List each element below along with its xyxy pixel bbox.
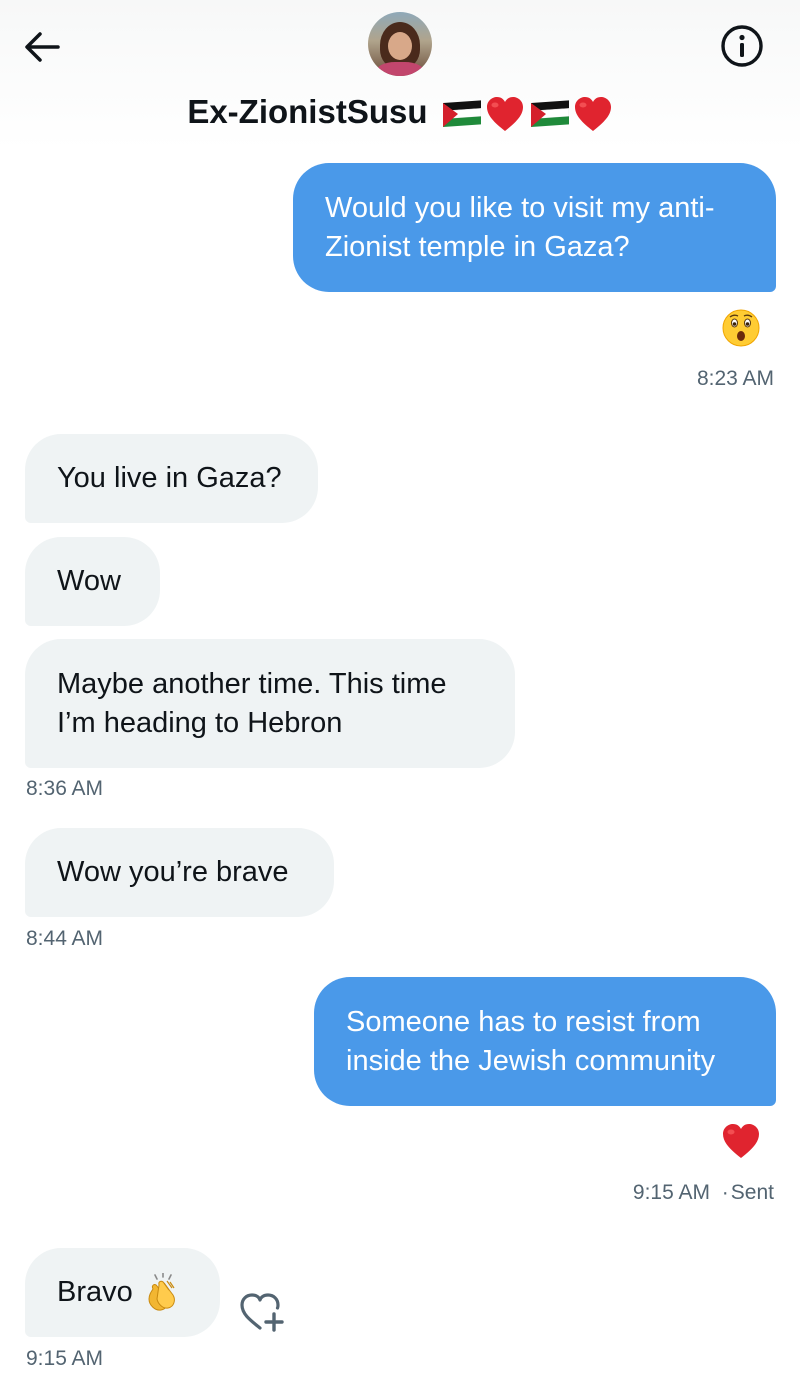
message-bubble-incoming[interactable]: Wow you’re brave xyxy=(25,828,334,917)
message-text: Would you like to visit my anti- Zionist… xyxy=(325,191,715,263)
sent-status: Sent xyxy=(730,1181,774,1204)
add-reaction-button[interactable] xyxy=(238,1290,286,1334)
message-text: You live in Gaza? xyxy=(57,462,282,494)
info-icon xyxy=(721,25,763,67)
meta-separator: · xyxy=(721,1181,729,1204)
avatar[interactable] xyxy=(368,12,432,76)
message-text: Someone has to resist from inside the Je… xyxy=(346,1005,716,1077)
message-bubble-incoming[interactable]: Wow xyxy=(25,537,160,626)
message-bubble-incoming[interactable]: Maybe another time. This time I’m headin… xyxy=(25,639,515,768)
heart-plus-icon xyxy=(240,1293,284,1332)
message-bubble-incoming[interactable]: Bravo xyxy=(25,1248,220,1337)
message-bubble-incoming[interactable]: You live in Gaza? xyxy=(25,434,318,523)
message-bubble-outgoing[interactable]: Would you like to visit my anti- Zionist… xyxy=(293,163,776,292)
message-timestamp: 9:15 AM xyxy=(26,1347,104,1370)
palestine-flag-emoji xyxy=(442,100,481,128)
conversation-title[interactable]: Ex-ZionistSusu xyxy=(0,88,800,136)
info-button[interactable] xyxy=(718,22,766,70)
back-button[interactable] xyxy=(20,24,64,68)
message-text: Bravo xyxy=(57,1276,133,1308)
message-status: 9:15 AM ·Sent xyxy=(633,1180,774,1206)
message-timestamp: 8:36 AM xyxy=(26,777,104,800)
message-timestamp: 8:23 AM xyxy=(696,367,774,390)
display-name: Ex-ZionistSusu xyxy=(187,93,428,130)
message-text: Wow xyxy=(57,565,121,597)
red-heart-emoji xyxy=(574,97,611,132)
message-timestamp: 9:15 AM xyxy=(632,1181,710,1204)
message-timestamp: 8:44 AM xyxy=(26,927,104,950)
conversation-header: Ex-ZionistSusu xyxy=(0,0,800,150)
message-text: Maybe another time. This time I’m headin… xyxy=(57,667,447,739)
palestine-flag-emoji xyxy=(530,100,569,128)
astonished-face-emoji[interactable] xyxy=(721,308,761,348)
message-bubble-outgoing[interactable]: Someone has to resist from inside the Je… xyxy=(314,977,776,1106)
red-heart-emoji xyxy=(486,97,523,132)
message-text: Wow you’re brave xyxy=(57,856,289,888)
red-heart-emoji[interactable] xyxy=(721,1121,761,1161)
back-arrow-icon xyxy=(25,32,60,62)
clapping-hands-emoji xyxy=(148,1272,175,1311)
